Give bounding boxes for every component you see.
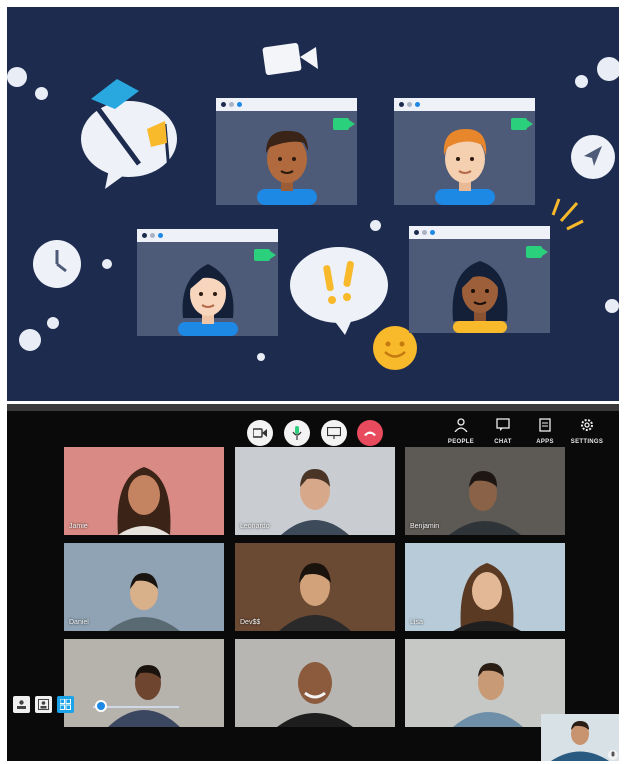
avatar-illustration bbox=[434, 129, 495, 205]
video-meeting-illustration bbox=[7, 7, 619, 401]
avatar-illustration bbox=[256, 130, 317, 205]
screen-share-button[interactable] bbox=[321, 420, 347, 446]
decor-dot bbox=[370, 220, 381, 231]
gear-icon bbox=[581, 419, 593, 431]
participant-video bbox=[117, 467, 171, 535]
settings-label: SETTINGS bbox=[570, 439, 604, 445]
people-icon bbox=[454, 418, 468, 433]
decor-dot bbox=[35, 87, 48, 100]
chat-label: CHAT bbox=[494, 439, 512, 445]
participant-video bbox=[281, 469, 349, 535]
participant-video bbox=[108, 573, 180, 631]
video-window bbox=[394, 98, 535, 205]
participant-tile[interactable]: Leonardo bbox=[235, 447, 395, 535]
decor-dot bbox=[102, 259, 112, 269]
screen-share-icon bbox=[327, 427, 341, 439]
participant-video bbox=[108, 665, 180, 727]
participant-video bbox=[277, 662, 353, 727]
video-call-window: PEOPLE CHAT APPS SETTINGS Jamie Leonardo… bbox=[7, 404, 619, 761]
self-view-thumbnail[interactable] bbox=[541, 714, 619, 761]
participant-name: Benjamin bbox=[410, 523, 440, 530]
participant-tile[interactable]: Dev$$ bbox=[235, 543, 395, 631]
camera-icon bbox=[511, 118, 533, 130]
participant-video bbox=[453, 663, 523, 727]
volume-slider-handle[interactable] bbox=[95, 700, 107, 712]
decor-dot bbox=[19, 329, 41, 351]
apps-icon bbox=[539, 418, 551, 432]
avatar-illustration bbox=[452, 261, 507, 333]
participant-name: Dev$$ bbox=[240, 619, 261, 626]
settings-button[interactable]: SETTINGS bbox=[567, 418, 607, 445]
chat-icon bbox=[496, 418, 510, 431]
participant-name: Leonardo bbox=[240, 523, 270, 530]
participant-tile[interactable] bbox=[64, 639, 224, 727]
speaker-view-button[interactable] bbox=[13, 696, 30, 713]
camera-icon bbox=[254, 249, 276, 261]
microphone-icon bbox=[292, 426, 302, 440]
participant-video bbox=[279, 563, 351, 631]
single-view-button[interactable] bbox=[35, 696, 52, 713]
participant-tile[interactable]: Daniel bbox=[64, 543, 224, 631]
decor-dot bbox=[575, 75, 588, 88]
person-frame-icon bbox=[38, 699, 49, 710]
video-camera-icon bbox=[262, 43, 318, 75]
flag-chat-bubble-icon bbox=[81, 79, 177, 189]
decor-dot bbox=[7, 67, 27, 87]
participant-name: Lisa bbox=[410, 619, 423, 626]
sparkle-lines-icon bbox=[551, 198, 584, 231]
speaker-view-icon bbox=[17, 700, 26, 709]
chat-button[interactable]: CHAT bbox=[483, 418, 523, 445]
grid-icon bbox=[60, 699, 71, 710]
navigation-arrow-icon bbox=[571, 135, 615, 179]
decor-dot bbox=[605, 299, 619, 313]
video-camera-icon bbox=[253, 428, 267, 438]
hang-up-icon bbox=[364, 431, 376, 436]
participant-tile[interactable]: Lisa bbox=[405, 543, 565, 631]
clock-icon bbox=[33, 240, 81, 288]
video-window bbox=[409, 226, 550, 333]
video-toggle-button[interactable] bbox=[247, 420, 273, 446]
avatar-illustration bbox=[177, 264, 238, 336]
decor-dot bbox=[597, 57, 619, 81]
participant-tile[interactable] bbox=[235, 639, 395, 727]
self-video bbox=[541, 714, 619, 761]
apps-label: APPS bbox=[536, 439, 554, 445]
exclamation-bubble-icon bbox=[290, 247, 388, 335]
participant-name: Daniel bbox=[69, 619, 89, 626]
camera-icon bbox=[333, 118, 355, 130]
people-label: PEOPLE bbox=[447, 439, 475, 445]
video-window bbox=[137, 229, 278, 336]
video-window bbox=[216, 98, 357, 205]
decor-dot bbox=[257, 353, 265, 361]
participant-tile[interactable]: Jamie bbox=[64, 447, 224, 535]
end-call-button[interactable] bbox=[357, 420, 383, 446]
camera-icon bbox=[526, 246, 548, 258]
participant-video bbox=[449, 471, 521, 535]
decor-dot bbox=[47, 317, 59, 329]
people-button[interactable]: PEOPLE bbox=[441, 418, 481, 445]
apps-button[interactable]: APPS bbox=[525, 418, 565, 445]
grid-view-button[interactable] bbox=[57, 696, 74, 713]
menu-bar bbox=[7, 404, 619, 411]
participant-video bbox=[453, 563, 521, 631]
participant-tile[interactable]: Benjamin bbox=[405, 447, 565, 535]
microphone-button[interactable] bbox=[284, 420, 310, 446]
participant-name: Jamie bbox=[69, 523, 88, 530]
